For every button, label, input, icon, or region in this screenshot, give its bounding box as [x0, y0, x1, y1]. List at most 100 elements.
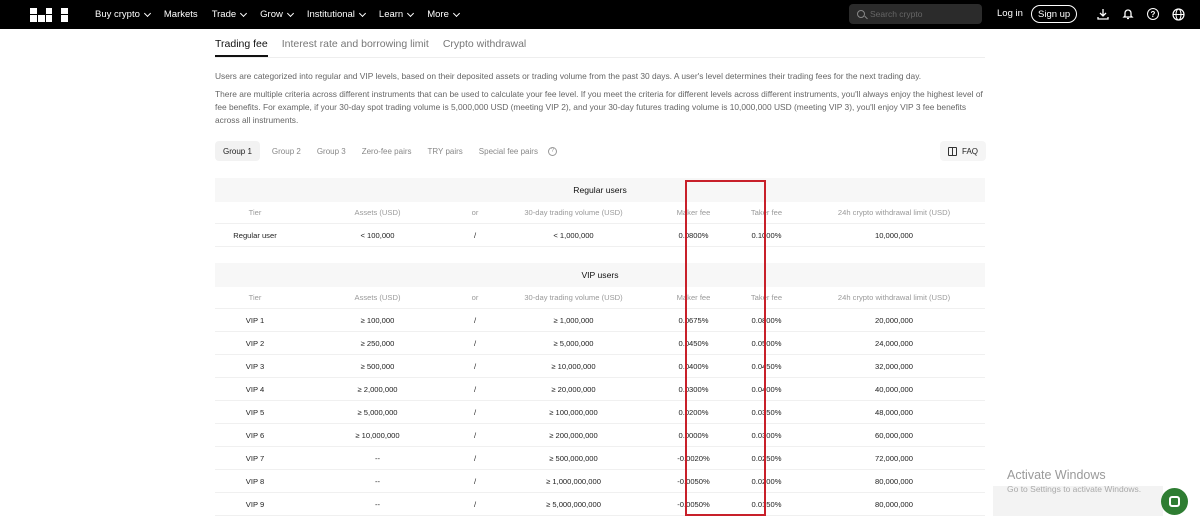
column-header: 24h crypto withdrawal limit (USD) — [837, 208, 951, 217]
table-cell: / — [473, 407, 477, 417]
table-cell: VIP 8 — [245, 476, 265, 486]
book-icon — [948, 146, 957, 156]
table-cell: < 1,000,000 — [553, 230, 594, 240]
table-cell: 24,000,000 — [874, 338, 913, 348]
group-tab-try-pairs[interactable]: TRY pairs — [420, 141, 471, 161]
table-cell: ≥ 500,000,000 — [549, 453, 598, 463]
vip-users-title: VIP users — [215, 263, 985, 287]
menu-item-buy-crypto[interactable]: Buy crypto — [95, 9, 151, 20]
column-header: 30-day trading volume (USD) — [524, 293, 623, 302]
column-header: Assets (USD) — [354, 293, 401, 302]
table-cell: VIP 4 — [245, 384, 265, 394]
table-cell: -- — [374, 499, 381, 509]
table-cell: / — [473, 499, 477, 509]
table-cell: 20,000,000 — [874, 315, 913, 325]
menu-item-grow[interactable]: Grow — [260, 9, 294, 20]
table-cell: VIP 2 — [245, 338, 265, 348]
globe-icon[interactable] — [1171, 7, 1185, 21]
table-cell: ≥ 10,000,000 — [355, 430, 400, 440]
top-nav: Buy crypto Markets Trade Grow Institutional L… — [0, 0, 1200, 29]
table-cell: 72,000,000 — [874, 453, 913, 463]
faq-label: FAQ — [962, 146, 979, 156]
search-icon — [857, 10, 865, 18]
group-tab-special-fee-pairs[interactable]: Special fee pairs — [471, 141, 546, 161]
download-icon[interactable] — [1096, 7, 1110, 21]
support-chat-button[interactable] — [1161, 488, 1188, 515]
table-row: VIP 5 ≥ 5,000,000/≥ 100,000,000 0.0200% 0.0… — [215, 401, 985, 424]
table-cell: Regular user — [233, 230, 277, 240]
table-cell: ≥ 100,000 — [360, 315, 395, 325]
regular-users-table: Regular users Tier Assets (USD) or 30-day t… — [215, 178, 985, 247]
column-header: 30-day trading volume (USD) — [524, 208, 623, 217]
windows-watermark: Activate Windows Go to Settings to activ… — [1007, 468, 1141, 494]
help-icon[interactable]: ? — [547, 146, 557, 156]
tab-crypto-withdrawal[interactable]: Crypto withdrawal — [443, 38, 526, 58]
table-row: VIP 7 -- / ≥ 500,000,000 -0.0020% 0.0250% 72,0… — [215, 447, 985, 470]
chevron-down-icon — [358, 9, 366, 17]
menu-item-label: Buy crypto — [95, 9, 140, 20]
vip-users-table: VIP users Tier Assets (USD) or 30-day tradi… — [215, 263, 985, 516]
table-cell: VIP 9 — [245, 499, 265, 509]
menu-item-label: Markets — [163, 9, 198, 20]
chevron-down-icon — [143, 9, 151, 17]
table-cell: VIP 7 — [245, 453, 265, 463]
faq-button[interactable]: FAQ — [940, 141, 987, 161]
menu-item-label: More — [427, 9, 449, 20]
watermark-line-1: Activate Windows — [1007, 468, 1106, 482]
table-cell: VIP 1 — [245, 315, 265, 325]
table-row: VIP 1 ≥ 100,000/≥ 1,000,000 0.0675% 0.0800%… — [215, 309, 985, 332]
table-cell: < 100,000 — [360, 230, 395, 240]
group-tab-group-3[interactable]: Group 3 — [309, 141, 354, 161]
table-cell: ≥ 10,000,000 — [551, 361, 596, 371]
table-row: VIP 2 ≥ 250,000/≥ 5,000,000 0.0450% 0.0500%… — [215, 332, 985, 355]
intro-paragraph-1: Users are categorized into regular and V… — [215, 71, 922, 81]
column-header: Assets (USD) — [354, 208, 401, 217]
table-cell: ≥ 5,000,000 — [357, 407, 398, 417]
table-cell: ≥ 2,000,000 — [357, 384, 398, 394]
group-tab-group-1[interactable]: Group 1 — [215, 141, 260, 161]
table-cell: ≥ 5,000,000,000 — [546, 499, 601, 509]
group-tab-group-2[interactable]: Group 2 — [264, 141, 309, 161]
table-cell: ≥ 200,000,000 — [549, 430, 598, 440]
main-menu: Buy crypto Markets Trade Grow Institutional L… — [95, 9, 473, 20]
search-box[interactable] — [849, 4, 982, 24]
column-header: 24h crypto withdrawal limit (USD) — [837, 293, 951, 302]
table-cell: / — [473, 384, 477, 394]
table-cell: / — [473, 430, 477, 440]
signup-button[interactable]: Sign up — [1031, 5, 1078, 23]
help-icon[interactable]: ? — [1146, 7, 1160, 21]
table-row: VIP 4 ≥ 2,000,000/≥ 20,000,000 0.0300% 0.04… — [215, 378, 985, 401]
table-cell: / — [473, 338, 477, 348]
table-row: VIP 6 ≥ 10,000,000/≥ 200,000,000 0.0000% 0.… — [215, 424, 985, 447]
table-cell: ≥ 20,000,000 — [551, 384, 596, 394]
okx-logo[interactable] — [30, 7, 68, 22]
chevron-down-icon — [407, 9, 415, 17]
table-cell: VIP 3 — [245, 361, 265, 371]
table-cell: / — [473, 230, 477, 240]
table-row: VIP 3 ≥ 500,000/≥ 10,000,000 0.0400% 0.0450… — [215, 355, 985, 378]
table-cell: ≥ 1,000,000 — [553, 315, 594, 325]
menu-item-more[interactable]: More — [427, 9, 460, 20]
menu-item-label: Grow — [260, 9, 283, 20]
search-input[interactable] — [870, 9, 970, 19]
menu-item-trade[interactable]: Trade — [212, 9, 248, 20]
table-cell: ≥ 1,000,000,000 — [546, 476, 601, 486]
table-cell: 60,000,000 — [874, 430, 913, 440]
tab-interest-rate-and-borrowing-limit[interactable]: Interest rate and borrowing limit — [282, 38, 429, 58]
table-cell: ≥ 5,000,000 — [553, 338, 594, 348]
table-cell: 80,000,000 — [874, 499, 913, 509]
table-header-row: Tier Assets (USD) or 30-day trading volume … — [215, 202, 985, 224]
table-row: VIP 8 -- / ≥ 1,000,000,000 -0.0050% 0.0200% 80… — [215, 470, 985, 493]
table-row: VIP 9 -- / ≥ 5,000,000,000 -0.0050% 0.0150% 80… — [215, 493, 985, 516]
column-header: or — [471, 293, 479, 302]
menu-item-learn[interactable]: Learn — [379, 9, 415, 20]
table-cell: 40,000,000 — [874, 384, 913, 394]
menu-item-markets[interactable]: Markets — [164, 9, 198, 20]
table-header-row: Tier Assets (USD) or 30-day trading volume … — [215, 287, 985, 309]
group-tab-zero-fee-pairs[interactable]: Zero-fee pairs — [354, 141, 420, 161]
menu-item-label: Institutional — [306, 9, 355, 20]
menu-item-institutional[interactable]: Institutional — [306, 9, 366, 20]
bell-icon[interactable] — [1121, 7, 1135, 21]
login-link[interactable]: Log in — [997, 8, 1023, 19]
chat-icon — [1169, 496, 1180, 507]
